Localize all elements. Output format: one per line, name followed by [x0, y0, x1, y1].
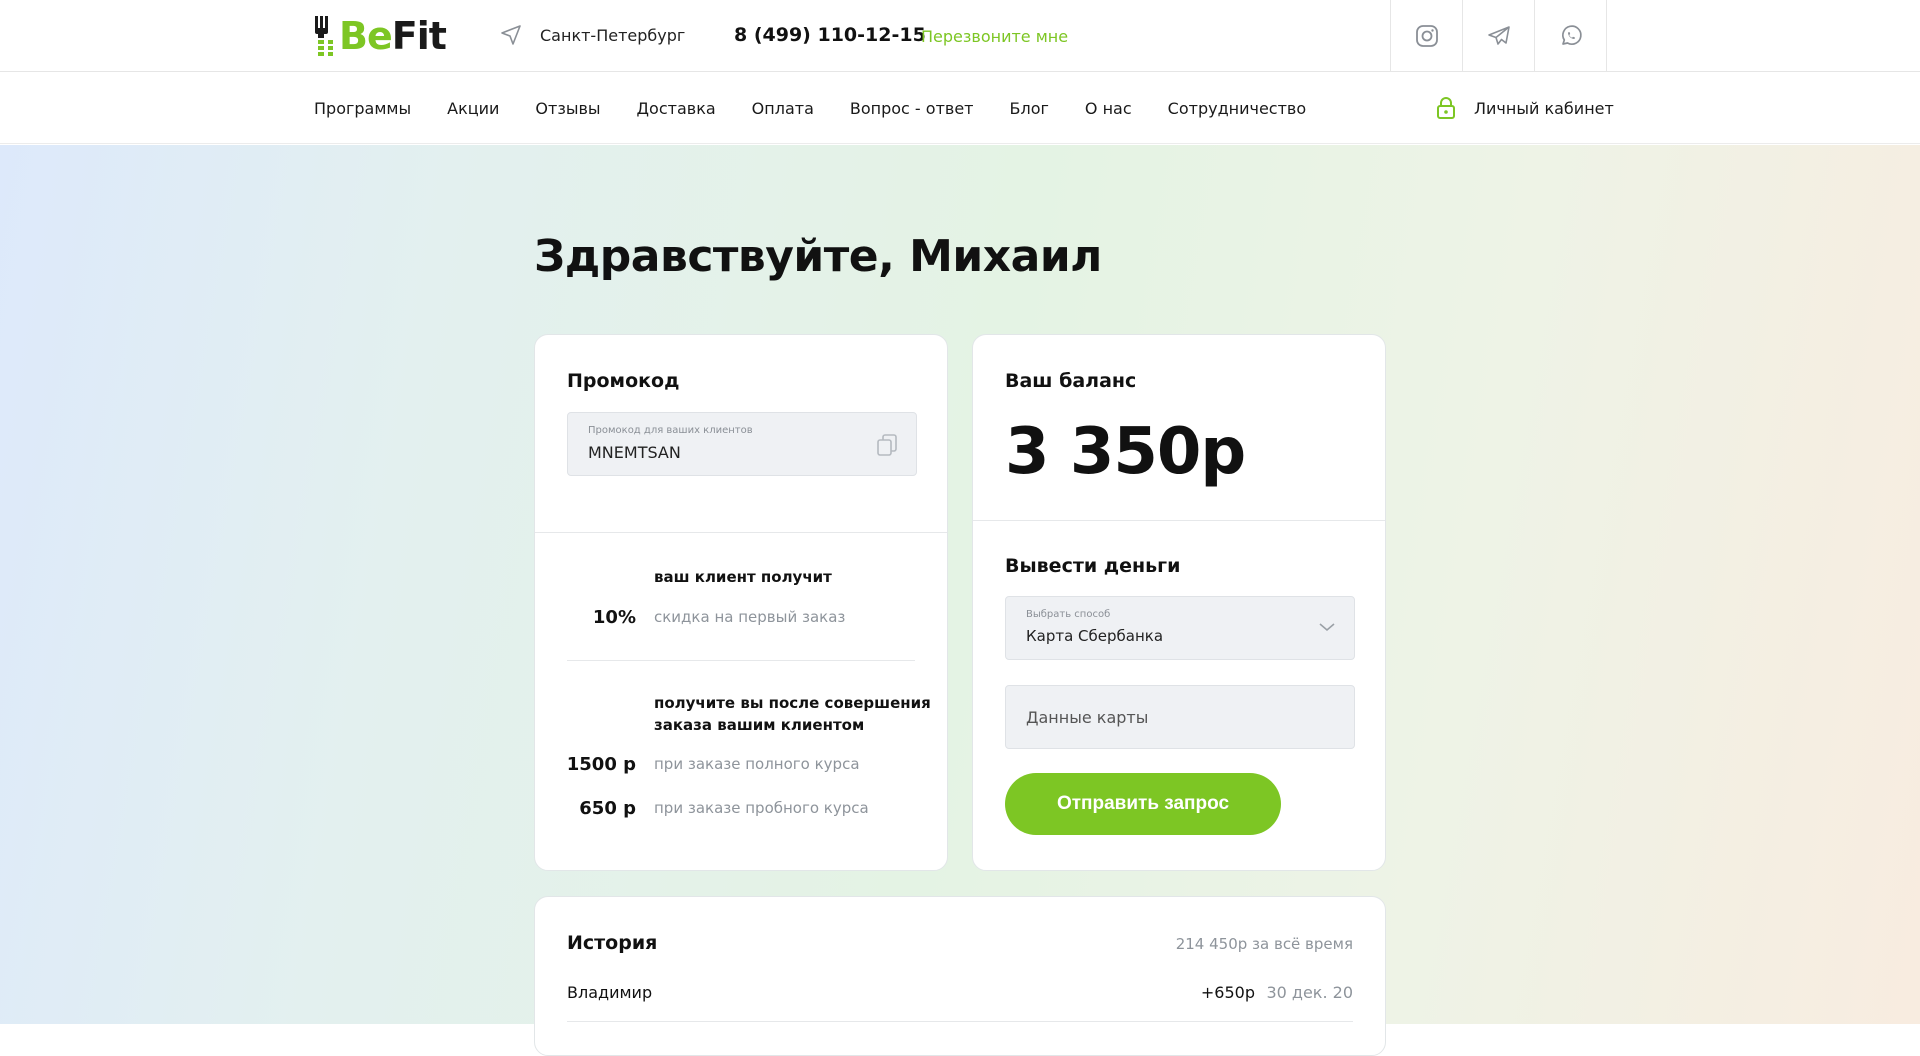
page-title: Здравствуйте, Михаил — [534, 231, 1102, 282]
history-row-name: Владимир — [567, 983, 653, 1002]
social-links — [1390, 0, 1607, 72]
nav-item-programs[interactable]: Программы — [314, 99, 411, 118]
logo-text-be: Be — [339, 14, 393, 58]
phone-number[interactable]: 8 (499) 110-12-15 — [734, 24, 926, 46]
balance-title: Ваш баланс — [1005, 370, 1137, 392]
you-get-heading: получите вы после совершения заказа ваши… — [654, 692, 931, 736]
logo[interactable]: BeFit — [313, 14, 447, 58]
promo-divider — [535, 532, 947, 533]
balance-card: Ваш баланс 3 350р Вывести деньги Выбрать… — [972, 334, 1386, 871]
instagram-icon — [1415, 25, 1438, 47]
promo-field-label: Промокод для ваших клиентов — [588, 425, 753, 436]
submit-request-button[interactable]: Отправить запрос — [1005, 773, 1281, 835]
full-course-reward-desc: при заказе полного курса — [654, 755, 860, 773]
fork-icon — [315, 16, 333, 56]
logo-text-fit: Fit — [391, 14, 447, 58]
main-content: Здравствуйте, Михаил Промокод Промокод д… — [0, 145, 1920, 1056]
card-details-placeholder: Данные карты — [1026, 708, 1149, 727]
instagram-button[interactable] — [1391, 0, 1463, 72]
history-row-amount: +650р — [1200, 983, 1255, 1002]
promo-code-field[interactable]: Промокод для ваших клиентов MNEMTSAN — [567, 412, 917, 476]
trial-course-reward-desc: при заказе пробного курса — [654, 799, 869, 817]
history-row-date: 30 дек. 20 — [1266, 983, 1353, 1002]
nav-item-partnership[interactable]: Сотрудничество — [1168, 99, 1306, 118]
you-get-heading-line-1: получите вы после совершения — [654, 694, 931, 712]
history-title: История — [567, 932, 658, 954]
client-gets-heading: ваш клиент получит — [654, 568, 832, 586]
nav-item-blog[interactable]: Блог — [1010, 99, 1049, 118]
withdraw-method-value: Карта Сбербанка — [1026, 627, 1164, 645]
history-row: Владимир +650р 30 дек. 20 — [567, 983, 1353, 1007]
telegram-icon — [1487, 26, 1510, 45]
promo-title: Промокод — [567, 370, 680, 392]
full-course-reward-value: 1500 р — [566, 754, 636, 775]
chevron-down-icon — [1319, 623, 1335, 632]
withdraw-method-select[interactable]: Выбрать способ Карта Сбербанка — [1005, 596, 1355, 660]
perk-divider — [567, 660, 915, 661]
main-nav: Программы Акции Отзывы Доставка Оплата В… — [0, 72, 1920, 144]
promo-card: Промокод Промокод для ваших клиентов MNE… — [534, 334, 948, 871]
city-selector[interactable]: Санкт-Петербург — [500, 24, 685, 46]
nav-item-promotions[interactable]: Акции — [447, 99, 499, 118]
whatsapp-icon — [1561, 25, 1582, 45]
telegram-button[interactable] — [1463, 0, 1535, 72]
nav-item-about[interactable]: О нас — [1085, 99, 1132, 118]
balance-amount: 3 350р — [1005, 415, 1246, 489]
nav-item-reviews[interactable]: Отзывы — [535, 99, 600, 118]
nav-items: Программы Акции Отзывы Доставка Оплата В… — [314, 72, 1342, 144]
account-link[interactable]: Личный кабинет — [1436, 97, 1614, 119]
nav-item-faq[interactable]: Вопрос - ответ — [850, 99, 974, 118]
logo-text: BeFit — [339, 14, 447, 58]
withdraw-method-label: Выбрать способ — [1026, 609, 1111, 620]
card-details-input[interactable]: Данные карты — [1005, 685, 1355, 749]
nav-item-delivery[interactable]: Доставка — [637, 99, 716, 118]
nav-item-payment[interactable]: Оплата — [752, 99, 814, 118]
copy-icon[interactable] — [876, 433, 898, 457]
promo-code-value: MNEMTSAN — [588, 443, 681, 462]
location-arrow-icon — [501, 25, 521, 45]
top-bar: BeFit Санкт-Петербург 8 (499) 110-12-15 … — [0, 0, 1920, 72]
lock-icon — [1437, 97, 1455, 119]
whatsapp-button[interactable] — [1535, 0, 1607, 72]
withdraw-title: Вывести деньги — [1005, 555, 1181, 577]
you-get-heading-line-2: заказа вашим клиентом — [654, 716, 865, 734]
account-label: Личный кабинет — [1474, 98, 1614, 118]
callback-link[interactable]: Перезвоните мне — [921, 27, 1068, 46]
trial-course-reward-value: 650 р — [579, 798, 636, 819]
history-total: 214 450р за всё время — [1175, 935, 1353, 953]
city-label: Санкт-Петербург — [540, 25, 686, 45]
history-card: История 214 450р за всё время Владимир +… — [534, 896, 1386, 1056]
client-discount-desc: скидка на первый заказ — [654, 608, 846, 626]
history-divider — [567, 1021, 1353, 1022]
balance-divider — [973, 520, 1385, 521]
client-discount-value: 10% — [592, 607, 636, 628]
